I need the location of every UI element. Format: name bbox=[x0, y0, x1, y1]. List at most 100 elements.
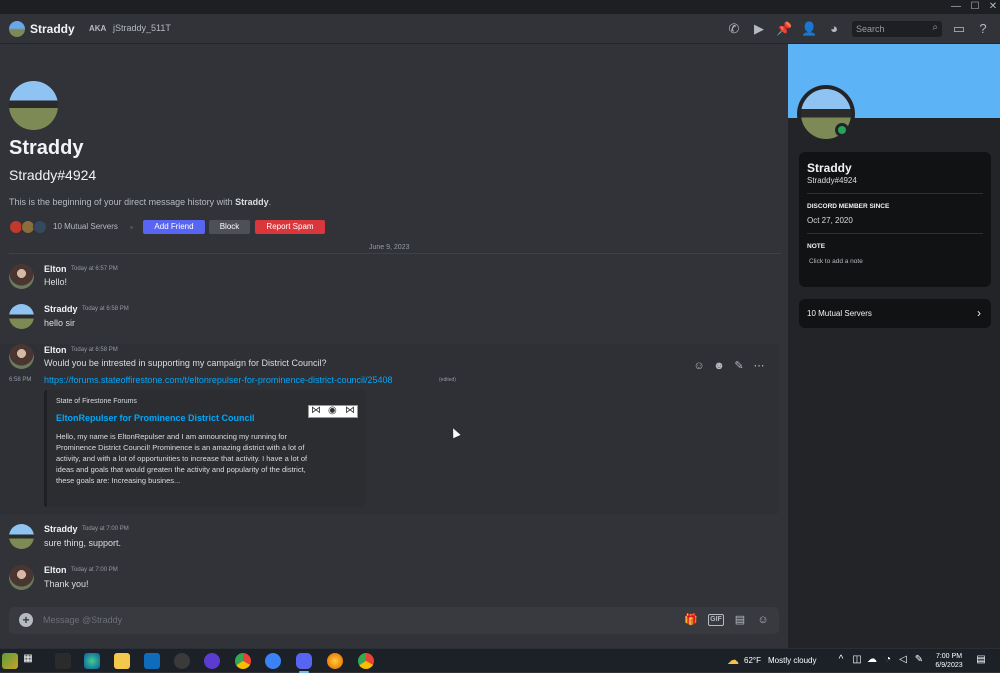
message-text: Hello! bbox=[44, 277, 68, 287]
mutual-servers-label: 10 Mutual Servers bbox=[807, 309, 872, 318]
show-hidden-icons[interactable]: ^ bbox=[835, 654, 847, 665]
mutual-servers-count[interactable]: 10 Mutual Servers bbox=[53, 222, 118, 231]
message-text: sure thing, support. bbox=[44, 538, 122, 548]
close-window-button[interactable]: ✕ bbox=[987, 1, 999, 13]
message-text: Thank you! bbox=[44, 579, 89, 589]
pinned-messages-icon[interactable]: 📌 bbox=[776, 21, 792, 37]
add-friend-button[interactable]: Add Friend bbox=[143, 220, 205, 234]
app-icon[interactable] bbox=[265, 653, 281, 669]
task-view-icon[interactable]: ▦ bbox=[22, 653, 34, 664]
minimize-button[interactable]: — bbox=[950, 1, 962, 13]
header-alias: jStraddy_511T bbox=[113, 23, 171, 33]
edit-icon[interactable]: ✎ bbox=[732, 359, 746, 373]
note-input[interactable]: Click to add a note bbox=[809, 258, 863, 265]
dm-intro-avatar[interactable] bbox=[9, 81, 58, 130]
discord-icon[interactable] bbox=[296, 653, 312, 669]
user-avatar[interactable] bbox=[9, 565, 34, 590]
message-author[interactable]: Elton bbox=[44, 264, 67, 274]
profile-tag: Straddy#4924 bbox=[807, 176, 857, 185]
message-timestamp: Today at 7:00 PM bbox=[82, 526, 129, 532]
dm-intro-text: This is the beginning of your direct mes… bbox=[9, 197, 272, 207]
search-icon: ⌕ bbox=[932, 22, 938, 33]
profile-name: Straddy bbox=[807, 161, 852, 175]
volume-icon[interactable]: ◁ bbox=[897, 654, 909, 665]
gift-icon[interactable]: 🎁 bbox=[683, 613, 699, 627]
upload-plus-icon[interactable]: + bbox=[19, 613, 33, 627]
desktop-thumbnail-icon[interactable] bbox=[2, 653, 18, 669]
user-avatar[interactable] bbox=[9, 344, 34, 369]
weather-icon[interactable]: ☁ bbox=[727, 653, 739, 667]
profile-divider bbox=[807, 233, 983, 234]
mutual-server-icon bbox=[33, 220, 47, 234]
chevron-right-icon: › bbox=[977, 306, 981, 320]
chat-area: Straddy Straddy#4924 This is the beginni… bbox=[0, 44, 788, 648]
add-friends-to-dm-icon[interactable]: 👤 bbox=[801, 21, 817, 37]
search-placeholder: Search bbox=[856, 24, 885, 34]
member-since-heading: DISCORD MEMBER SINCE bbox=[807, 203, 890, 210]
date-divider-label: June 9, 2023 bbox=[363, 244, 416, 251]
embed-provider: State of Firestone Forums bbox=[56, 398, 137, 405]
header-avatar bbox=[9, 21, 25, 37]
dm-intro-name: Straddy bbox=[9, 137, 84, 159]
clock-date: 6/9/2023 bbox=[935, 662, 963, 669]
app-icon[interactable] bbox=[55, 653, 71, 669]
embed-thumbnail[interactable]: ⋈ ◉ ⋈ bbox=[308, 405, 358, 418]
report-spam-button[interactable]: Report Spam bbox=[255, 220, 325, 234]
pen-icon[interactable]: ✎ bbox=[913, 654, 925, 665]
clock-time: 7:00 PM bbox=[935, 653, 963, 660]
message-text: Would you be intrested in supporting my … bbox=[44, 358, 327, 368]
message-author[interactable]: Elton bbox=[44, 565, 67, 575]
edge-icon[interactable] bbox=[84, 653, 100, 669]
gif-button[interactable]: GIF bbox=[708, 614, 724, 626]
chrome-icon[interactable] bbox=[358, 653, 374, 669]
profile-divider bbox=[807, 193, 983, 194]
user-avatar[interactable] bbox=[9, 264, 34, 289]
onedrive-icon[interactable]: ☁ bbox=[866, 654, 878, 665]
user-avatar[interactable] bbox=[9, 524, 34, 549]
help-icon[interactable]: ? bbox=[975, 21, 991, 37]
window-titlebar: — ☐ ✕ bbox=[0, 0, 1000, 14]
weather-temperature[interactable]: 62°F bbox=[744, 656, 761, 665]
tray-app-icon[interactable]: ◫ bbox=[851, 654, 863, 665]
add-reaction-icon[interactable]: ☺ bbox=[692, 359, 706, 373]
search-input[interactable]: Search ⌕ bbox=[852, 21, 942, 37]
message-side-timestamp: 6:58 PM bbox=[9, 377, 32, 383]
wifi-icon[interactable]: ◔ bbox=[882, 654, 894, 665]
video-call-icon[interactable]: ▶ bbox=[751, 21, 767, 37]
chrome-icon[interactable] bbox=[235, 653, 251, 669]
note-heading: NOTE bbox=[807, 243, 826, 250]
block-button[interactable]: Block bbox=[209, 220, 250, 234]
header-title[interactable]: Straddy bbox=[30, 22, 75, 36]
message-author[interactable]: Straddy bbox=[44, 304, 78, 314]
message-timestamp: Today at 6:58 PM bbox=[71, 347, 118, 353]
hide-profile-icon[interactable]: ◕ bbox=[826, 21, 842, 37]
date-divider bbox=[9, 253, 781, 254]
notifications-icon[interactable]: ▤ bbox=[975, 654, 987, 665]
weather-condition[interactable]: Mostly cloudy bbox=[768, 656, 816, 665]
firefox-icon[interactable] bbox=[327, 653, 343, 669]
message-link[interactable]: https://forums.stateoffirestone.com/t/el… bbox=[44, 375, 393, 385]
inbox-icon[interactable]: ▭ bbox=[951, 21, 967, 37]
mail-icon[interactable] bbox=[144, 653, 160, 669]
embed-title[interactable]: EltonRepulser for Prominence District Co… bbox=[56, 413, 255, 423]
clock[interactable]: 7:00 PM 6/9/2023 bbox=[932, 652, 966, 670]
message-input-placeholder[interactable]: Message @Straddy bbox=[43, 615, 122, 625]
app-icon[interactable] bbox=[204, 653, 220, 669]
alienware-icon[interactable] bbox=[174, 653, 190, 669]
message-timestamp: Today at 6:57 PM bbox=[71, 266, 118, 272]
member-since-date: Oct 27, 2020 bbox=[807, 216, 853, 225]
aka-label: AKA bbox=[89, 24, 107, 33]
super-reaction-icon[interactable]: ☻ bbox=[712, 359, 726, 373]
user-avatar[interactable] bbox=[9, 304, 34, 329]
mutual-servers-button[interactable]: 10 Mutual Servers › bbox=[799, 299, 991, 328]
emoji-icon[interactable]: ☺ bbox=[755, 613, 771, 627]
more-options-icon[interactable]: ⋯ bbox=[752, 359, 766, 373]
message-composer[interactable]: + Message @Straddy 🎁 GIF ▤ ☺ bbox=[9, 607, 779, 634]
file-explorer-icon[interactable] bbox=[114, 653, 130, 669]
message-author[interactable]: Elton bbox=[44, 345, 67, 355]
sticker-icon[interactable]: ▤ bbox=[732, 613, 748, 627]
maximize-button[interactable]: ☐ bbox=[969, 1, 981, 13]
message-author[interactable]: Straddy bbox=[44, 524, 78, 534]
voice-call-icon[interactable]: ✆ bbox=[726, 21, 742, 37]
edited-label: (edited) bbox=[439, 377, 456, 383]
